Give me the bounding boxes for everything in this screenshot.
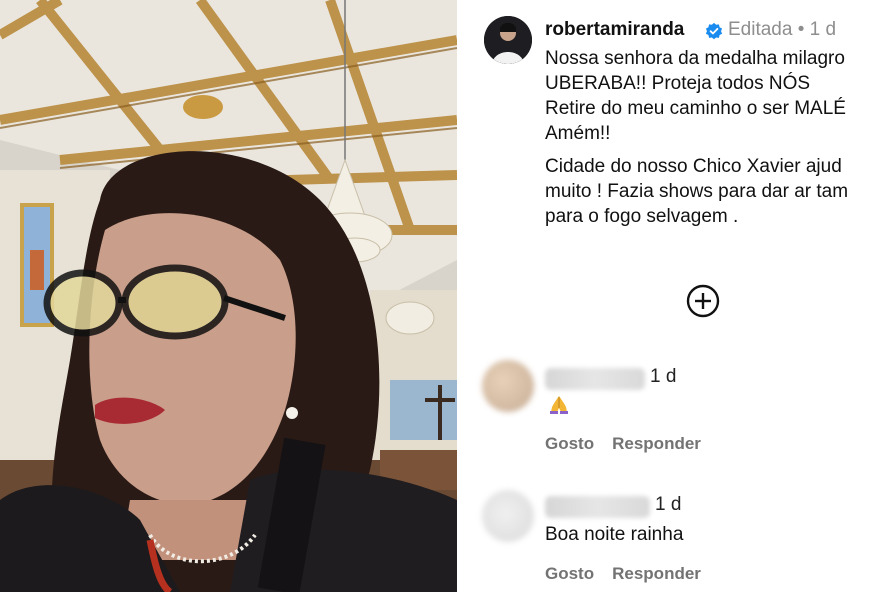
caption-line: para o fogo selvagem . [545, 206, 739, 227]
meta-separator: • [797, 19, 805, 40]
folded-hands-icon [550, 396, 568, 414]
caption-line: UBERABA!! Proteja todos NÓS [545, 73, 811, 94]
comment-time: 1 d [655, 494, 682, 515]
plus-circle-icon[interactable] [686, 284, 720, 318]
post-photo [0, 0, 457, 592]
caption-line: Retire do meu caminho o ser MALÉ [545, 98, 846, 119]
caption-line: Cidade do nosso Chico Xavier ajud [545, 156, 842, 177]
verified-badge-icon [705, 22, 723, 40]
author-avatar[interactable] [484, 16, 532, 64]
post-caption: Nossa senhora da medalha milagro UBERABA… [545, 46, 848, 229]
comment-actions: Gosto Responder [545, 564, 719, 584]
reply-button[interactable]: Responder [612, 564, 701, 583]
caption-gap [545, 146, 848, 154]
like-button[interactable]: Gosto [545, 564, 594, 583]
like-button[interactable]: Gosto [545, 434, 594, 453]
commenter-avatar[interactable] [482, 490, 534, 542]
reply-button[interactable]: Responder [612, 434, 701, 453]
author-username[interactable]: robertamiranda [545, 19, 684, 41]
post-detail-panel: robertamiranda Editada • 1 d Nossa senho… [460, 0, 880, 592]
comment-text: Boa noite rainha [545, 524, 684, 545]
post-time: 1 d [809, 19, 837, 40]
caption-line: Amém!! [545, 123, 611, 144]
commenter-name-blurred[interactable] [545, 496, 650, 518]
commenter-avatar[interactable] [482, 360, 534, 412]
caption-line: muito ! Fazia shows para dar ar tam [545, 181, 849, 202]
commenter-name-blurred[interactable] [545, 368, 645, 390]
post-meta: Editada • 1 d [728, 19, 836, 41]
caption-line: Nossa senhora da medalha milagro [545, 48, 845, 69]
comment-actions: Gosto Responder [545, 434, 719, 454]
comment-time: 1 d [650, 366, 677, 387]
edited-label: Editada [728, 19, 793, 40]
